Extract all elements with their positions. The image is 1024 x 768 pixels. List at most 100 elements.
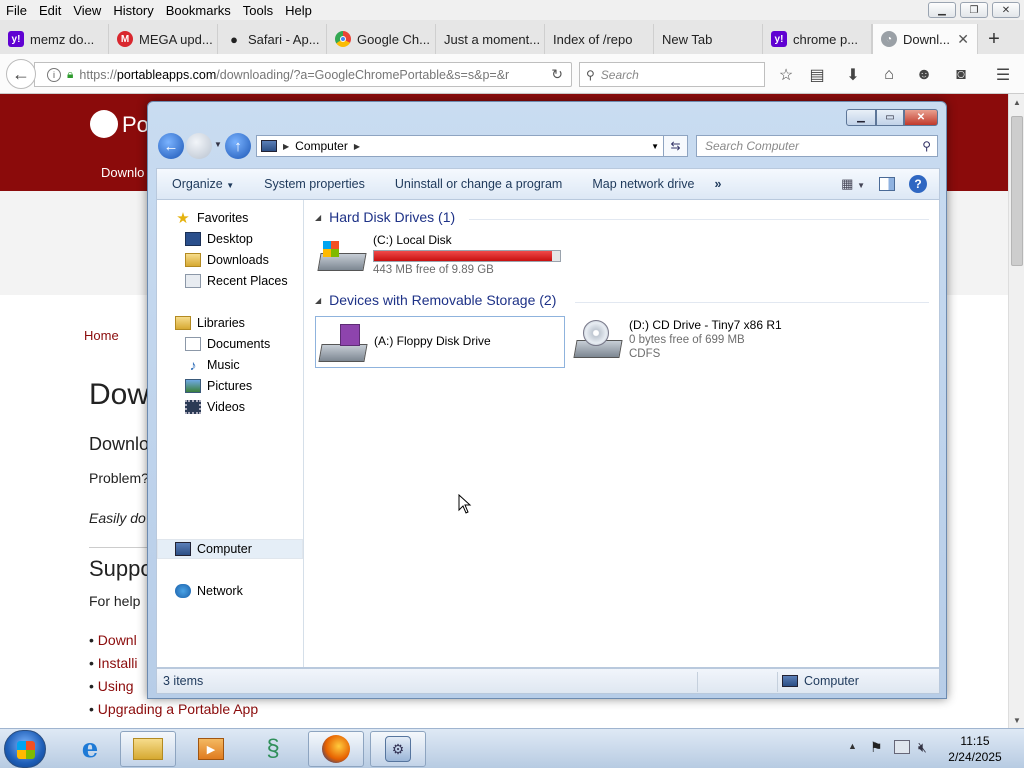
- menu-help[interactable]: Help: [279, 3, 318, 18]
- group-header-hard-disk-drives[interactable]: ◢ Hard Disk Drives (1): [315, 209, 455, 225]
- forward-button[interactable]: [186, 133, 212, 159]
- taskbar-control-panel[interactable]: ⚙: [370, 731, 426, 767]
- scroll-up-icon[interactable]: ▲: [1009, 94, 1024, 110]
- scroll-down-icon[interactable]: ▼: [1009, 712, 1024, 728]
- system-properties-button[interactable]: System properties: [249, 177, 380, 191]
- help-icon[interactable]: ?: [909, 175, 927, 193]
- support-link[interactable]: Upgrading a Portable App: [98, 701, 258, 717]
- pocket-icon[interactable]: ◙: [950, 64, 972, 86]
- drive-c-local-disk[interactable]: (C:) Local Disk 443 MB free of 9.89 GB: [317, 233, 561, 277]
- breadcrumb-home[interactable]: Home: [84, 328, 119, 343]
- bookmarks-list-icon[interactable]: ▤: [806, 64, 828, 86]
- show-hidden-icons-icon[interactable]: ▲: [848, 741, 857, 751]
- new-tab-button[interactable]: +: [978, 24, 1010, 54]
- tab[interactable]: y! memz do...: [0, 24, 109, 54]
- group-header-removable-storage[interactable]: ◢ Devices with Removable Storage (2): [315, 292, 556, 308]
- map-network-drive-button[interactable]: Map network drive: [577, 177, 709, 191]
- nav-desktop[interactable]: Desktop: [185, 229, 253, 249]
- nav-videos[interactable]: Videos: [185, 397, 245, 417]
- drive-d-cd[interactable]: (D:) CD Drive - Tiny7 x86 R1 0 bytes fre…: [573, 318, 782, 362]
- hamburger-menu-icon[interactable]: ☰: [992, 64, 1014, 86]
- nav-favorites[interactable]: ★ Favorites: [175, 208, 248, 228]
- uninstall-program-button[interactable]: Uninstall or change a program: [380, 177, 577, 191]
- breadcrumb-arrow-icon[interactable]: ▶: [283, 142, 289, 151]
- chat-icon[interactable]: ☻: [913, 64, 935, 86]
- back-button[interactable]: ←: [6, 59, 36, 89]
- refresh-button[interactable]: ⇆: [664, 135, 688, 157]
- collapse-triangle-icon[interactable]: ◢: [315, 296, 321, 305]
- taskbar-internet-explorer[interactable]: e: [62, 731, 118, 767]
- tab[interactable]: New Tab: [654, 24, 763, 54]
- url-bar[interactable]: i 🔒︎ https://portableapps.com/downloadin…: [34, 62, 572, 87]
- explorer-minimize-button[interactable]: ▁: [846, 109, 876, 126]
- address-dropdown-icon[interactable]: ▼: [651, 142, 659, 151]
- menu-tools[interactable]: Tools: [237, 3, 279, 18]
- music-icon: ♪: [189, 357, 197, 373]
- taskbar-green-app[interactable]: §: [245, 731, 301, 767]
- nav-music[interactable]: ♪ Music: [185, 355, 240, 375]
- clock[interactable]: 11:15 2/24/2025: [940, 733, 1010, 765]
- support-link[interactable]: Downl: [98, 632, 137, 648]
- home-icon[interactable]: ⌂: [878, 64, 900, 86]
- explorer-maximize-button[interactable]: ▭: [876, 109, 904, 126]
- breadcrumb-arrow-icon[interactable]: ▶: [354, 142, 360, 151]
- nav-pictures[interactable]: Pictures: [185, 376, 252, 396]
- start-button[interactable]: [4, 730, 46, 768]
- support-link[interactable]: Installi: [98, 655, 138, 671]
- view-options-icon[interactable]: ▦ ▼: [841, 176, 865, 192]
- address-path[interactable]: Computer: [295, 139, 348, 153]
- menu-edit[interactable]: Edit: [33, 3, 67, 18]
- organize-button[interactable]: Organize ▼: [157, 177, 249, 191]
- tab[interactable]: y! chrome p...: [763, 24, 872, 54]
- support-link[interactable]: Using: [98, 678, 134, 694]
- menu-bookmarks[interactable]: Bookmarks: [160, 3, 237, 18]
- tab-close-icon[interactable]: ✕: [957, 31, 969, 48]
- portableapps-logo-icon[interactable]: [90, 110, 118, 138]
- more-commands-button[interactable]: »: [709, 177, 736, 191]
- tab[interactable]: Just a moment...: [436, 24, 545, 54]
- drive-a-floppy[interactable]: (A:) Floppy Disk Drive: [315, 316, 565, 368]
- search-bar[interactable]: ⚲ Search: [579, 62, 765, 87]
- address-bar[interactable]: ▶ Computer ▶ ▼: [256, 135, 664, 157]
- tab[interactable]: Index of /repo: [545, 24, 654, 54]
- nav-downloads[interactable]: Downloads: [185, 250, 269, 270]
- explorer-close-button[interactable]: ✕: [904, 109, 938, 126]
- preview-pane-icon[interactable]: [879, 177, 895, 191]
- nav-computer[interactable]: Computer: [157, 539, 303, 559]
- browser-minimize-button[interactable]: ▁: [928, 2, 956, 18]
- downloads-icon[interactable]: ⬇: [842, 64, 864, 86]
- recent-pages-icon[interactable]: ▼: [214, 140, 222, 149]
- nav-documents[interactable]: Documents: [185, 334, 270, 354]
- taskbar-media-player[interactable]: ▶: [183, 731, 239, 767]
- back-button[interactable]: ←: [158, 133, 184, 159]
- menu-history[interactable]: History: [107, 3, 159, 18]
- explorer-search-input[interactable]: Search Computer ⚲: [696, 135, 938, 157]
- nav-network[interactable]: Network: [175, 581, 243, 601]
- tab[interactable]: Google Ch...: [327, 24, 436, 54]
- taskbar-firefox[interactable]: [308, 731, 364, 767]
- nav-libraries[interactable]: Libraries: [175, 313, 245, 333]
- tab[interactable]: ● Safari - Ap...: [218, 24, 327, 54]
- nav-recent-places[interactable]: Recent Places: [185, 271, 288, 291]
- reload-icon[interactable]: ↻: [551, 66, 563, 83]
- tab-active[interactable]: ◔ Downl... ✕: [872, 24, 978, 54]
- menu-file[interactable]: File: [0, 3, 33, 18]
- action-center-flag-icon[interactable]: ⚑: [870, 739, 883, 756]
- site-logo-text[interactable]: Po: [122, 112, 149, 138]
- tab[interactable]: M MEGA upd...: [109, 24, 218, 54]
- network-tray-icon[interactable]: [894, 740, 910, 754]
- site-nav-item[interactable]: Downlo: [101, 165, 144, 180]
- browser-restore-button[interactable]: ❐: [960, 2, 988, 18]
- browser-close-button[interactable]: ✕: [992, 2, 1020, 18]
- easily-text: Easily do: [89, 510, 146, 526]
- scroll-thumb[interactable]: [1011, 116, 1023, 266]
- up-button[interactable]: ↑: [225, 133, 251, 159]
- info-icon[interactable]: i: [47, 67, 61, 82]
- taskbar-windows-explorer[interactable]: [120, 731, 176, 767]
- page-scrollbar[interactable]: ▲ ▼: [1008, 94, 1024, 728]
- internet-explorer-icon: e: [81, 734, 99, 764]
- collapse-triangle-icon[interactable]: ◢: [315, 213, 321, 222]
- volume-muted-icon[interactable]: 🔇︎: [918, 739, 927, 756]
- bookmark-star-icon[interactable]: ☆: [775, 64, 797, 86]
- menu-view[interactable]: View: [67, 3, 107, 18]
